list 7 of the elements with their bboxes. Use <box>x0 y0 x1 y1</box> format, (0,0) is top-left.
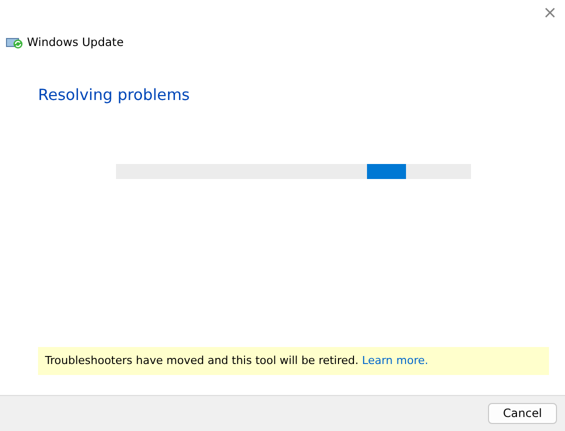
window-title: Windows Update <box>27 34 124 51</box>
update-icon <box>6 36 23 49</box>
learn-more-link[interactable]: Learn more. <box>362 354 428 366</box>
cancel-button[interactable]: Cancel <box>488 403 557 424</box>
heading: Resolving problems <box>38 85 191 106</box>
close-button[interactable]: × <box>535 0 565 26</box>
notice-text: Troubleshooters have moved and this tool will be retired. Learn more. <box>38 346 549 375</box>
